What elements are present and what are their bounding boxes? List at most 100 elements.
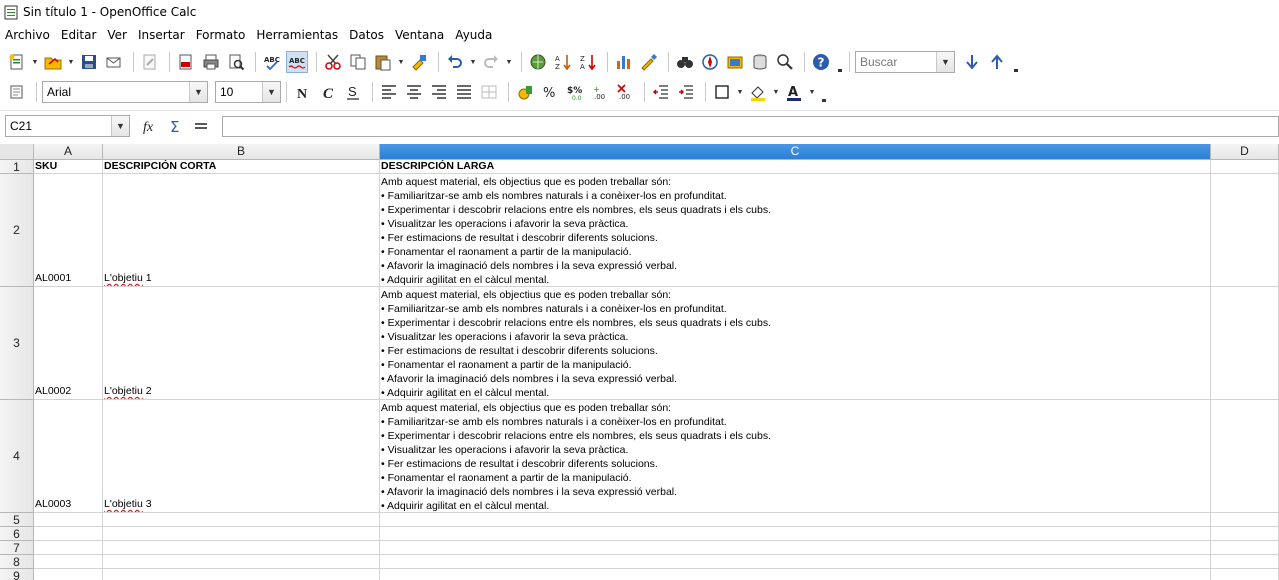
font-name-value[interactable]: Arial	[43, 85, 189, 99]
undo-icon[interactable]	[444, 51, 466, 73]
paste-icon[interactable]	[372, 51, 394, 73]
align-right-icon[interactable]	[428, 81, 450, 103]
cell-b9[interactable]	[103, 569, 380, 580]
font-name-combo[interactable]: Arial ▼	[42, 81, 208, 103]
export-pdf-icon[interactable]	[175, 51, 197, 73]
column-header-a[interactable]: A	[34, 144, 103, 160]
cell-d8[interactable]	[1211, 555, 1279, 569]
find-toolbar-handle[interactable]	[1013, 52, 1019, 72]
delete-decimal-icon[interactable]: .00	[614, 81, 636, 103]
cell-c7[interactable]	[380, 541, 1211, 555]
borders-icon[interactable]	[711, 81, 733, 103]
menu-herramientas[interactable]: Herramientas	[256, 28, 338, 42]
row-header-4[interactable]: 4	[0, 400, 34, 513]
font-size-combo[interactable]: 10 ▼	[215, 81, 281, 103]
undo-dropdown-arrow[interactable]: ▼	[469, 51, 477, 73]
styles-formatting-icon[interactable]	[6, 81, 28, 103]
clone-formatting-icon[interactable]	[408, 51, 430, 73]
decrease-indent-icon[interactable]	[650, 81, 672, 103]
cell-a8[interactable]	[34, 555, 103, 569]
cell-b6[interactable]	[103, 527, 380, 541]
row-header-5[interactable]: 5	[0, 513, 34, 527]
row-header-3[interactable]: 3	[0, 287, 34, 400]
gallery-icon[interactable]	[724, 51, 746, 73]
cell-c1[interactable]: DESCRIPCIÓN LARGA	[380, 160, 1211, 174]
row-header-2[interactable]: 2	[0, 174, 34, 287]
font-name-dropdown-icon[interactable]: ▼	[189, 82, 207, 102]
chart-icon[interactable]	[613, 51, 635, 73]
find-next-icon[interactable]	[961, 51, 983, 73]
cell-c5[interactable]	[380, 513, 1211, 527]
column-header-c[interactable]: C	[380, 144, 1211, 160]
redo-icon[interactable]	[480, 51, 502, 73]
save-icon[interactable]	[78, 51, 100, 73]
cell-c2[interactable]: Amb aquest material, els objectius que e…	[380, 174, 1211, 287]
currency-icon[interactable]	[514, 81, 536, 103]
borders-dropdown-arrow[interactable]: ▼	[736, 81, 744, 103]
search-combo[interactable]: Buscar ▼	[855, 51, 955, 73]
name-box-dropdown-icon[interactable]: ▼	[111, 115, 129, 136]
help-icon[interactable]: ?	[810, 51, 832, 73]
percent-icon[interactable]: %	[539, 81, 561, 103]
align-left-icon[interactable]	[378, 81, 400, 103]
cell-d3[interactable]	[1211, 287, 1279, 400]
formula-input[interactable]	[222, 116, 1279, 137]
cell-a4[interactable]: AL0003	[34, 400, 103, 513]
new-dropdown-arrow[interactable]: ▼	[31, 51, 39, 73]
font-size-dropdown-icon[interactable]: ▼	[262, 82, 280, 102]
row-header-7[interactable]: 7	[0, 541, 34, 555]
font-color-icon[interactable]: A	[783, 81, 805, 103]
sum-icon[interactable]: Σ	[165, 115, 187, 137]
spellcheck-icon[interactable]: ABC	[261, 51, 283, 73]
cell-b5[interactable]	[103, 513, 380, 527]
formatting-toolbar-handle[interactable]	[821, 82, 827, 102]
edit-file-icon[interactable]	[139, 51, 161, 73]
cell-d6[interactable]	[1211, 527, 1279, 541]
menu-formato[interactable]: Formato	[196, 28, 246, 42]
menu-datos[interactable]: Datos	[349, 28, 384, 42]
cell-d2[interactable]	[1211, 174, 1279, 287]
underline-icon[interactable]: S	[342, 81, 364, 103]
name-box-value[interactable]: C21	[6, 119, 111, 133]
navigator-icon[interactable]	[699, 51, 721, 73]
cell-d7[interactable]	[1211, 541, 1279, 555]
merge-cells-icon[interactable]	[478, 81, 500, 103]
font-color-dropdown-arrow[interactable]: ▼	[808, 81, 816, 103]
sort-descending-icon[interactable]: ZA	[577, 51, 599, 73]
increase-indent-icon[interactable]	[675, 81, 697, 103]
cell-b3[interactable]: L'objetiu 2	[103, 287, 380, 400]
column-header-b[interactable]: B	[103, 144, 380, 160]
cell-a2[interactable]: AL0001	[34, 174, 103, 287]
menu-ayuda[interactable]: Ayuda	[455, 28, 492, 42]
email-icon[interactable]	[103, 51, 125, 73]
select-all-corner[interactable]	[0, 144, 34, 160]
cell-a5[interactable]	[34, 513, 103, 527]
sort-ascending-icon[interactable]: AZ	[552, 51, 574, 73]
column-header-d[interactable]: D	[1211, 144, 1279, 160]
function-wizard-icon[interactable]: fx	[140, 115, 162, 137]
justify-icon[interactable]	[453, 81, 475, 103]
cell-a7[interactable]	[34, 541, 103, 555]
cell-a6[interactable]	[34, 527, 103, 541]
menu-ventana[interactable]: Ventana	[395, 28, 444, 42]
copy-icon[interactable]	[347, 51, 369, 73]
toolbar-options-handle[interactable]	[837, 52, 843, 72]
open-folder-icon[interactable]	[42, 51, 64, 73]
open-dropdown-arrow[interactable]: ▼	[67, 51, 75, 73]
cell-d4[interactable]	[1211, 400, 1279, 513]
menu-insertar[interactable]: Insertar	[138, 28, 185, 42]
cell-c9[interactable]	[380, 569, 1211, 580]
cut-icon[interactable]	[322, 51, 344, 73]
function-equals-icon[interactable]	[190, 115, 212, 137]
cell-b8[interactable]	[103, 555, 380, 569]
cell-b1[interactable]: DESCRIPCIÓN CORTA	[103, 160, 380, 174]
standard-format-icon[interactable]: $% 0.0	[564, 81, 586, 103]
redo-dropdown-arrow[interactable]: ▼	[505, 51, 513, 73]
row-header-6[interactable]: 6	[0, 527, 34, 541]
background-color-dropdown-arrow[interactable]: ▼	[772, 81, 780, 103]
font-size-value[interactable]: 10	[216, 85, 262, 99]
print-preview-icon[interactable]	[225, 51, 247, 73]
cell-d5[interactable]	[1211, 513, 1279, 527]
search-dropdown-icon[interactable]: ▼	[936, 52, 954, 72]
add-decimal-icon[interactable]: + .00	[589, 81, 611, 103]
